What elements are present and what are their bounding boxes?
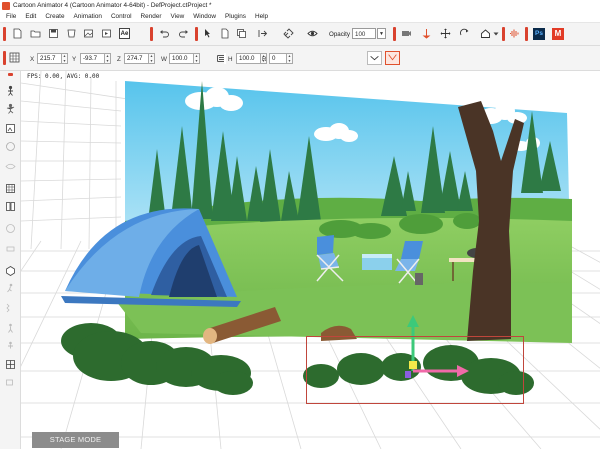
selection-bounding-box[interactable] (306, 336, 524, 404)
open-project-icon[interactable] (30, 28, 41, 39)
menu-animation[interactable]: Animation (74, 13, 102, 20)
z-position-input[interactable]: 274.7 (124, 53, 149, 64)
z-spinner[interactable]: ▲ ▼ (149, 53, 155, 64)
bone-tool-button[interactable] (367, 51, 382, 65)
transform-bar: X 215.7 ▲ ▼ Y -93.7 ▲ ▼ Z 274.7 ▲ ▼ W 100.0… (0, 46, 600, 71)
menu-help[interactable]: Help (255, 13, 268, 20)
toolbar-separator (525, 27, 528, 41)
x-label: X (30, 56, 35, 63)
new-project-icon[interactable] (12, 28, 23, 39)
sprite-icon[interactable] (5, 183, 16, 194)
left-tool-sidebar (0, 71, 21, 449)
y-spinner[interactable]: ▲ ▼ (105, 53, 111, 64)
rotation-spinner[interactable]: ▲ ▼ (287, 53, 293, 64)
window-title: Cartoon Animator 4 (Cartoon Animator 4-6… (13, 2, 212, 9)
opacity-label: Opacity (329, 31, 350, 38)
render-video-icon[interactable] (101, 28, 112, 39)
menu-render[interactable]: Render (141, 13, 162, 20)
audio-wave-icon[interactable] (509, 28, 520, 39)
opacity-input[interactable]: 100 (352, 28, 376, 39)
pin-anchor-icon[interactable] (421, 28, 432, 39)
y-label: Y (72, 56, 77, 63)
scene-icon[interactable] (5, 123, 16, 134)
grid-view-icon[interactable] (5, 359, 16, 370)
x-position-input[interactable]: 215.7 (37, 53, 62, 64)
link-icon[interactable] (283, 28, 294, 39)
photoshop-icon[interactable]: Ps (533, 28, 545, 40)
opacity-dropdown-icon[interactable]: ▼ (377, 28, 386, 39)
menu-control[interactable]: Control (111, 13, 132, 20)
visibility-eye-icon[interactable] (307, 28, 318, 39)
clone-icon[interactable] (236, 28, 247, 39)
lipsync-icon[interactable] (5, 243, 16, 254)
r-label: R (262, 56, 267, 63)
toolbar-separator (150, 27, 153, 41)
composer-icon[interactable] (5, 201, 16, 212)
home-dropdown-icon[interactable] (493, 28, 499, 39)
save-icon[interactable] (48, 28, 59, 39)
spring-icon[interactable] (5, 303, 16, 314)
h-label: H (228, 56, 233, 63)
title-bar: Cartoon Animator 4 (Cartoon Animator 4-6… (0, 0, 600, 11)
eye-icon[interactable] (5, 161, 16, 172)
transform-grid-icon[interactable] (9, 52, 20, 63)
stage-viewport[interactable]: FPS: 0.00, AVG: 0.00 STAGE MODE (21, 71, 600, 449)
character-icon[interactable] (5, 85, 16, 96)
rotate-icon[interactable] (459, 28, 470, 39)
toolbar-separator (393, 27, 396, 41)
menu-view[interactable]: View (171, 13, 185, 20)
width-input[interactable]: 100.0 (169, 53, 194, 64)
align-dropdown-icon[interactable] (258, 28, 269, 39)
content-manager-icon[interactable] (66, 28, 77, 39)
menu-bar: File Edit Create Animation Control Rende… (0, 11, 600, 23)
move-icon[interactable] (440, 28, 451, 39)
main-toolbar: Ae Opacity 100 ▼ Ps M (0, 23, 600, 46)
app-logo-icon (2, 1, 10, 10)
prop-icon[interactable] (5, 265, 16, 276)
marketplace-icon[interactable]: M (552, 28, 564, 40)
fps-readout: FPS: 0.00, AVG: 0.00 (27, 73, 100, 80)
menu-create[interactable]: Create (45, 13, 64, 20)
height-input[interactable]: 100.0 (236, 53, 261, 64)
w-label: W (161, 56, 167, 63)
runner-icon[interactable] (5, 283, 16, 294)
rotation-input[interactable]: 0 (269, 53, 287, 64)
menu-edit[interactable]: Edit (25, 13, 36, 20)
toolbar-separator (3, 51, 6, 65)
menu-plugins[interactable]: Plugins (225, 13, 246, 20)
toolbar-separator (3, 27, 6, 41)
document-icon[interactable] (219, 28, 230, 39)
menu-window[interactable]: Window (193, 13, 216, 20)
undo-icon[interactable] (159, 28, 170, 39)
camera-sidebar-icon[interactable] (5, 377, 16, 388)
dummy-icon[interactable] (5, 341, 16, 352)
home-view-icon[interactable] (480, 28, 491, 39)
y-position-input[interactable]: -93.7 (80, 53, 105, 64)
toolbar-separator (502, 27, 505, 41)
z-label: Z (117, 56, 121, 63)
after-effects-export-icon[interactable]: Ae (119, 28, 130, 39)
render-image-icon[interactable] (83, 28, 94, 39)
toolbar-separator (195, 27, 198, 41)
pose-icon[interactable] (5, 103, 16, 114)
sidebar-separator (8, 73, 13, 76)
x-spinner[interactable]: ▲ ▼ (62, 53, 68, 64)
face-puppet-icon[interactable] (5, 223, 16, 234)
menu-file[interactable]: File (6, 13, 16, 20)
select-arrow-icon[interactable] (202, 28, 213, 39)
stage-mode-button[interactable]: STAGE MODE (32, 432, 119, 448)
flip-tool-button[interactable] (385, 51, 400, 65)
width-spinner[interactable]: ▲ ▼ (194, 53, 200, 64)
walk-icon[interactable] (5, 323, 16, 334)
motion-icon[interactable] (5, 141, 16, 152)
camera-icon[interactable] (401, 28, 412, 39)
redo-icon[interactable] (178, 28, 189, 39)
